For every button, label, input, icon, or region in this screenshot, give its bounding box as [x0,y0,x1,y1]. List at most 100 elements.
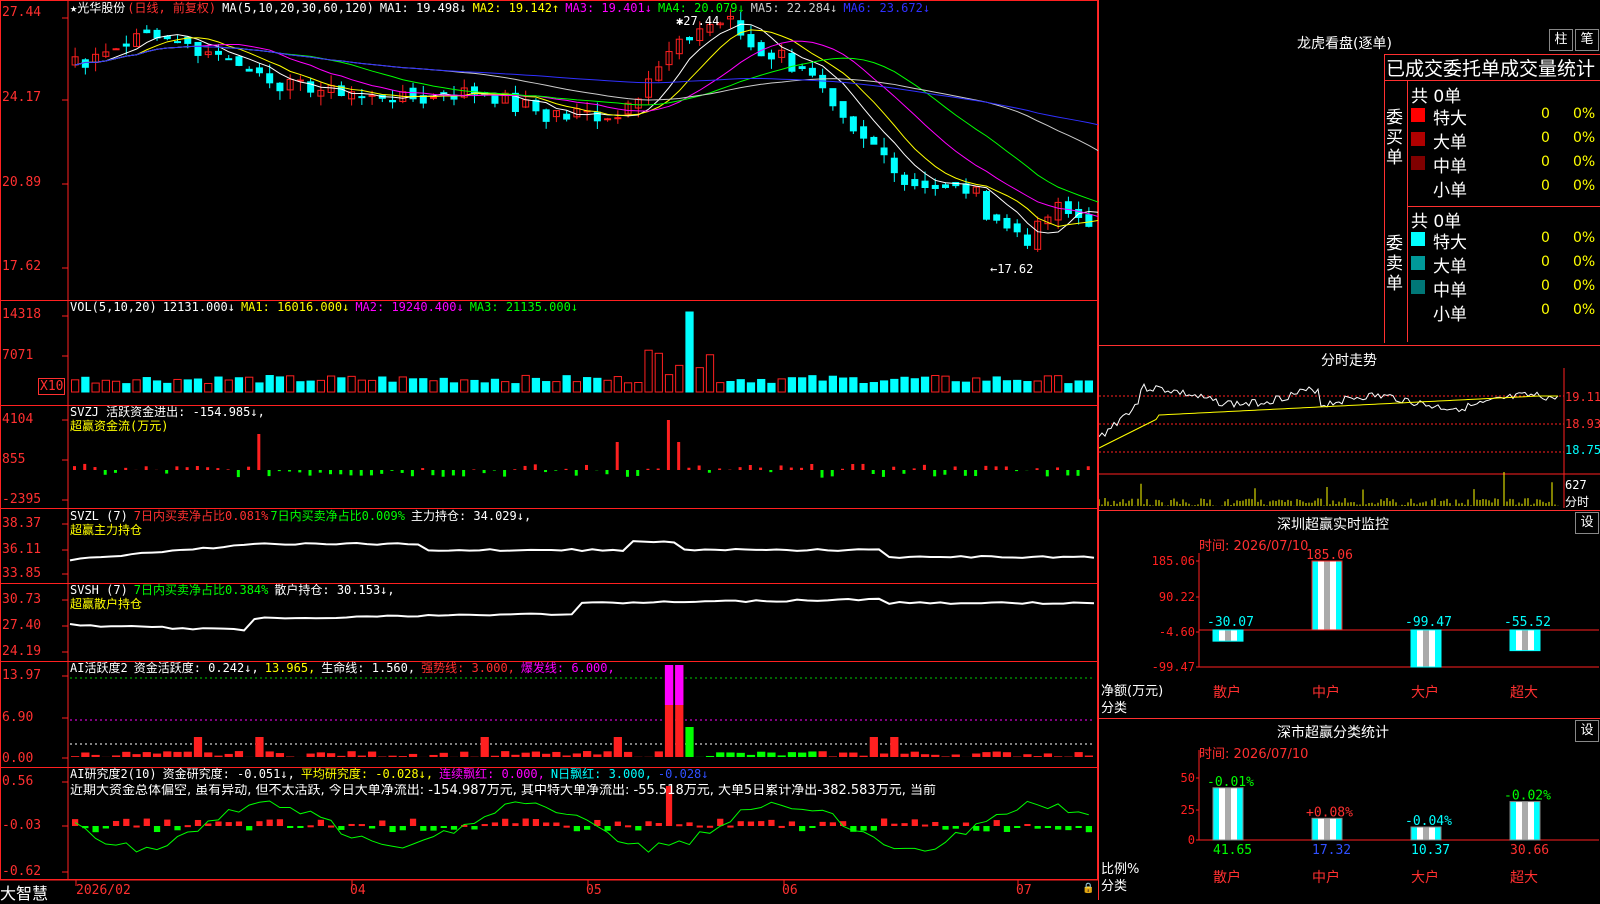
category-label: 中户 [1312,869,1340,886]
sz-stats-xlabel: 分类 [1101,875,1127,894]
kline-area[interactable]: ★光华股份(日线, 前复权)MA(5,10,20,30,60,120)MA1: … [0,0,1098,900]
bar-mode-button[interactable]: 柱 [1549,29,1573,51]
ai-active-t1: 资金活跃度: 0.242↓, [134,661,259,675]
candle-body [994,215,1000,220]
volume-bar [1044,376,1051,392]
volume-bar [358,380,365,392]
ma-value-6: MA6: 23.672↓ [843,1,930,15]
activity-bar [716,752,724,757]
stroke-mode-button[interactable]: 笔 [1575,29,1599,51]
category-bar [1312,818,1342,840]
ai-research-y-tick: -0.62 [2,864,41,879]
bar-segment [1318,561,1324,630]
candle-body [267,74,273,83]
bar-segment [1237,630,1243,641]
volume-bar [706,355,713,392]
capital-flow-bar [288,470,291,472]
volume-bar [717,383,724,392]
dragon-tiger-title: 龙虎看盘(逐单) [1297,33,1392,53]
research-bar [953,826,959,829]
y-tick-label: 185.06 [1152,554,1195,568]
volume-bar [194,379,201,392]
x-axis-label: 07 [1016,883,1032,898]
intraday-chart[interactable] [1099,368,1600,508]
candle-body [605,119,611,120]
bar-segment [1522,630,1528,651]
bar-segment [1312,561,1318,630]
activity-bar [1023,754,1031,757]
ai-active-header: AI活跃度2资金活跃度: 0.242↓,13.965,生命线: 1.560,强势… [70,661,621,675]
capital-flow-bar [1087,466,1090,470]
activity-bar [757,752,765,757]
volume-bar [1085,381,1092,392]
volume-bar [338,378,345,392]
research-bar [635,826,641,830]
activity-bar [706,756,714,757]
app-logo[interactable]: 大智慧 [0,880,48,904]
volume-bar [747,383,754,392]
volume-bar [420,379,427,392]
bar-segment [1219,788,1225,840]
sell-side-label: 委卖单 [1386,234,1406,294]
capital-flow-bar [780,465,783,470]
volume-bar [860,383,867,392]
volume-bar [481,383,488,392]
capital-flow-bar [1066,470,1069,475]
activity-bar [808,751,816,757]
activity-bar [532,752,540,757]
y-tick-label: 25 [1181,803,1195,817]
price-line [1099,384,1558,436]
bar-segment [1435,630,1441,667]
research-bar [809,826,815,828]
color-swatch [1411,132,1425,146]
activity-bar [204,752,212,757]
order-size-label: 中单 [1433,152,1467,177]
research-bar [256,821,262,826]
volume-bar [973,378,980,392]
volume-bar [215,377,222,392]
volume-bar [768,383,775,392]
volume-bar [82,377,89,392]
candle-body [912,180,918,186]
period-label[interactable]: (日线, 前复权) [127,1,216,15]
stock-name[interactable]: ★光华股份 [70,1,125,15]
x-axis-label: 2026/02 [76,883,131,898]
activity-bar [993,752,1001,757]
research-bar [123,819,129,826]
capital-flow-bar [995,466,998,470]
capital-flow-bar [841,469,844,470]
lock-icon[interactable]: 🔒 [1082,883,1094,894]
volume-bar [143,378,150,392]
volume-bar [235,378,242,392]
candle-body [533,100,539,110]
activity-bar [112,755,120,757]
research-bar [1014,826,1020,828]
kline-canvas[interactable] [0,0,1098,900]
bar-segment [1330,818,1336,840]
sz-monitor-settings-button[interactable]: 设 [1575,512,1599,534]
volume-bar [1055,376,1062,392]
volume-bar [225,380,232,392]
activity-bar [122,752,130,757]
activity-bar [214,756,222,757]
activity-bar [327,753,335,757]
capital-flow-bar [882,470,885,477]
vol-value-2: MA1: 16016.000↓ [241,300,349,314]
research-bar [676,824,682,826]
main-y-tick: 17.62 [2,259,41,274]
research-bar [758,821,764,826]
capital-flow-bar [411,470,414,476]
research-bar [584,826,590,830]
volume-bar [942,376,949,392]
volume-bar [461,380,468,392]
capital-flow-bar [954,467,957,470]
activity-bar [194,737,202,757]
ma-value-3: MA3: 19.401↓ [565,1,652,15]
candle-body [215,51,221,54]
activity-bar [388,756,396,757]
sz-stats-settings-button[interactable]: 设 [1575,720,1599,742]
svsh-line2: 超赢散户持仓 [70,597,401,611]
activity-bar [491,756,499,757]
capital-flow-bar [636,470,639,476]
activity-bar-peak [675,665,683,705]
